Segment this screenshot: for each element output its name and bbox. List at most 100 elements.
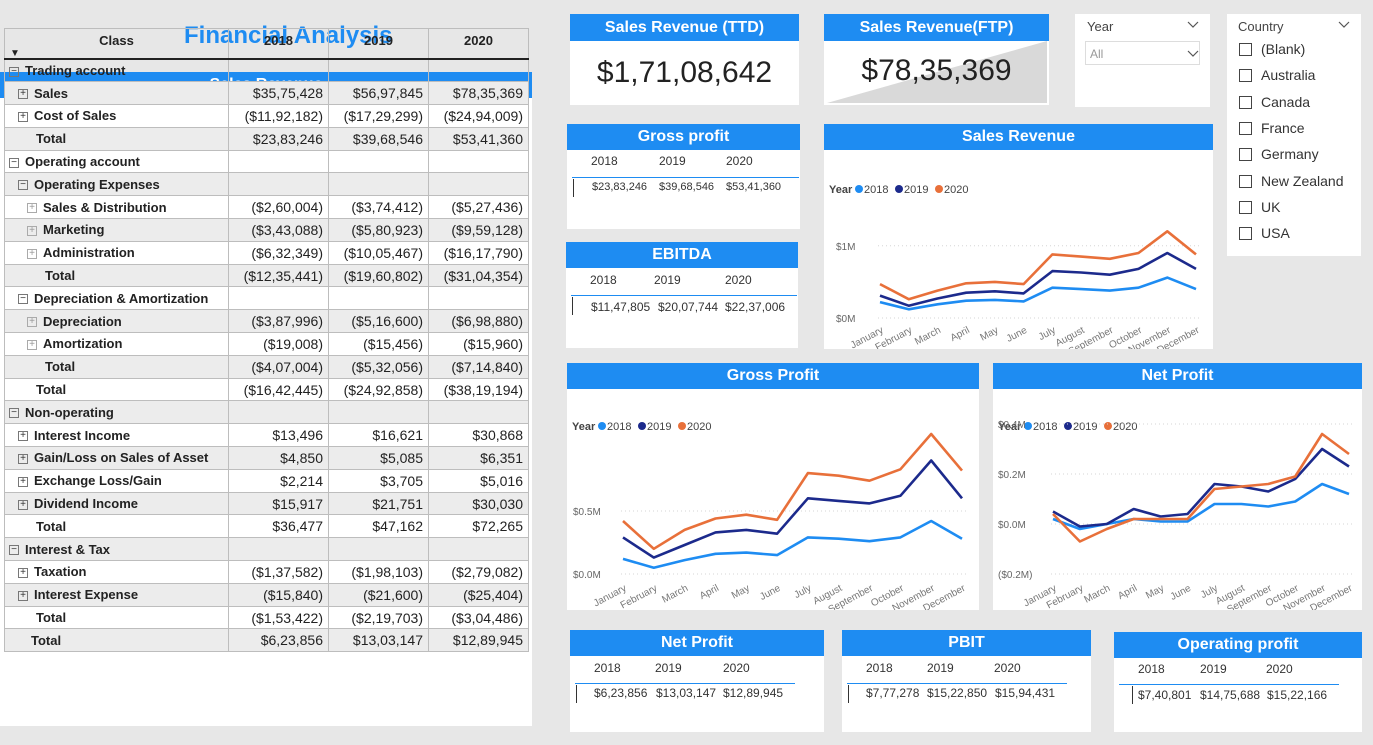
country-option[interactable]: (Blank)	[1239, 41, 1305, 57]
divider	[1119, 684, 1339, 685]
country-option[interactable]: UK	[1239, 199, 1280, 215]
expand-icon[interactable]: +	[18, 454, 28, 464]
value-cell: ($1,37,582)	[228, 560, 329, 584]
table-row[interactable]: + Depreciation ($3,87,996) ($5,16,600) ($6,9…	[4, 309, 529, 334]
year-dropdown[interactable]: All	[1085, 41, 1200, 65]
table-row[interactable]: Total $36,477 $47,162 $72,265	[4, 514, 529, 539]
expand-icon[interactable]: +	[18, 476, 28, 487]
table-row[interactable]: − Operating Expenses	[4, 172, 529, 197]
table-row[interactable]: Total $6,23,856 $13,03,147 $12,89,945	[4, 628, 529, 653]
expand-icon[interactable]: +	[18, 590, 28, 601]
sort-down-icon[interactable]: ▼	[10, 49, 223, 58]
collapse-icon[interactable]: −	[9, 545, 19, 556]
table-row[interactable]: + Amortization ($19,008) ($15,456) ($15,960)	[4, 332, 529, 356]
collapse-icon[interactable]: −	[18, 294, 28, 305]
table-row[interactable]: + Cost of Sales ($11,92,182) ($17,29,299) ($…	[4, 104, 529, 128]
checkbox-icon[interactable]	[1239, 227, 1252, 241]
expand-icon[interactable]: +	[18, 567, 28, 578]
value-cell: ($3,74,412)	[328, 195, 429, 220]
net-profit-2018: $6,23,856	[594, 686, 648, 700]
checkbox-icon[interactable]	[1239, 43, 1252, 56]
col-class[interactable]: Class ▼	[4, 28, 229, 60]
checkbox-icon[interactable]	[1239, 200, 1252, 214]
table-row[interactable]: Total ($16,42,445) ($24,92,858) ($38,19,194…	[4, 377, 529, 402]
country-option[interactable]: Canada	[1239, 94, 1310, 110]
table-row[interactable]: + Dividend Income $15,917 $21,751 $30,030	[4, 491, 529, 516]
table-row[interactable]: + Marketing ($3,43,088) ($5,80,923) ($9,59,1…	[4, 218, 529, 242]
table-row[interactable]: Total ($4,07,004) ($5,32,056) ($7,14,840)	[4, 354, 529, 379]
table-row[interactable]: Total $23,83,246 $39,68,546 $53,41,360	[4, 126, 529, 151]
col-2019[interactable]: 2019	[328, 28, 429, 60]
value-cell: $30,868	[428, 423, 529, 448]
value-cell: ($3,87,996)	[228, 309, 329, 334]
year-label: 2019	[655, 661, 682, 675]
row-label-cell: + Interest Income	[4, 423, 229, 448]
legend-dot	[1104, 422, 1112, 430]
expand-icon[interactable]: +	[18, 499, 28, 510]
expand-icon[interactable]: +	[18, 112, 28, 123]
expand-icon[interactable]: +	[27, 203, 37, 214]
chevron-down-icon[interactable]	[1338, 21, 1350, 29]
expand-icon[interactable]: +	[27, 226, 37, 237]
expand-icon[interactable]: +	[18, 431, 28, 442]
country-option-label: Australia	[1261, 67, 1316, 84]
value-cell: ($2,60,004)	[228, 195, 329, 220]
country-option[interactable]: Australia	[1239, 67, 1315, 83]
year-label: 2020	[725, 273, 752, 287]
country-option[interactable]: USA	[1239, 225, 1290, 241]
expand-icon[interactable]: +	[27, 340, 37, 351]
checkbox-icon[interactable]	[1239, 174, 1252, 188]
row-label-cell: − Interest & Tax	[4, 537, 229, 562]
value-cell: $36,477	[228, 514, 329, 539]
country-option[interactable]: Germany	[1239, 146, 1319, 162]
value-cell: ($19,60,802)	[328, 263, 429, 288]
table-row[interactable]: + Sales & Distribution ($2,60,004) ($3,74,4…	[4, 195, 529, 220]
kpi-sales-revenue-ttd: Sales Revenue (TTD) $1,71,08,642	[570, 14, 799, 105]
table-row[interactable]: + Taxation ($1,37,582) ($1,98,103) ($2,79,08…	[4, 560, 529, 584]
table-row[interactable]: − Interest & Tax	[4, 537, 529, 562]
y-tick-label: $0.2M	[998, 470, 1026, 481]
value-cell: $2,214	[228, 468, 329, 493]
kpi-sales-revenue-ftp: Sales Revenue(FTP) $78,35,369	[824, 14, 1049, 105]
table-row[interactable]: − Trading account	[4, 58, 529, 83]
expand-icon[interactable]: +	[18, 89, 28, 100]
year-label: 2019	[659, 154, 686, 168]
checkbox-icon[interactable]	[1239, 95, 1252, 109]
collapse-icon[interactable]: −	[18, 180, 28, 191]
table-row[interactable]: − Depreciation & Amortization	[4, 286, 529, 311]
table-row[interactable]: + Gain/Loss on Sales of Asset $4,850 $5,085…	[4, 446, 529, 470]
country-option[interactable]: France	[1239, 120, 1305, 136]
series-line-2019	[622, 459, 964, 559]
table-row[interactable]: Total ($1,53,422) ($2,19,703) ($3,04,486)	[4, 605, 529, 630]
collapse-icon[interactable]: −	[9, 157, 19, 168]
col-2018[interactable]: 2018	[228, 28, 329, 60]
table-row[interactable]: + Exchange Loss/Gain $2,214 $3,705 $5,016	[4, 468, 529, 493]
table-row[interactable]: + Interest Expense ($15,840) ($21,600) ($25,…	[4, 582, 529, 607]
table-row[interactable]: + Administration ($6,32,349) ($10,05,467) ($…	[4, 240, 529, 265]
table-row[interactable]: + Sales $35,75,428 $56,97,845 $78,35,369	[4, 81, 529, 106]
col-2020[interactable]: 2020	[428, 28, 529, 60]
chevron-down-icon[interactable]	[1187, 21, 1199, 29]
table-row[interactable]: Total ($12,35,441) ($19,60,802) ($31,04,354…	[4, 263, 529, 288]
legend-entry: 2018	[864, 184, 888, 196]
row-label-cell: + Taxation	[4, 560, 229, 584]
country-option[interactable]: New Zealand	[1239, 173, 1344, 189]
table-row[interactable]: − Non-operating	[4, 400, 529, 425]
table-row[interactable]: − Operating account	[4, 149, 529, 174]
row-label: Administration	[43, 245, 135, 261]
value-cell: ($38,19,194)	[428, 377, 529, 402]
expand-icon[interactable]: +	[27, 248, 37, 259]
y-tick-label: $1M	[836, 242, 855, 253]
net-profit-chart-title: Net Profit	[993, 363, 1362, 389]
checkbox-icon[interactable]	[1239, 121, 1252, 135]
checkbox-icon[interactable]	[1239, 69, 1252, 83]
collapse-icon[interactable]: −	[9, 408, 19, 419]
expand-icon[interactable]: +	[27, 317, 37, 328]
checkbox-icon[interactable]	[1239, 148, 1252, 162]
dropdown-chevron-icon	[1187, 50, 1199, 57]
collapse-icon[interactable]: −	[9, 66, 19, 77]
table-row[interactable]: + Interest Income $13,496 $16,621 $30,868	[4, 423, 529, 448]
row-label: Taxation	[34, 564, 87, 580]
pbit-card-title: PBIT	[842, 630, 1091, 656]
divider	[575, 683, 795, 684]
